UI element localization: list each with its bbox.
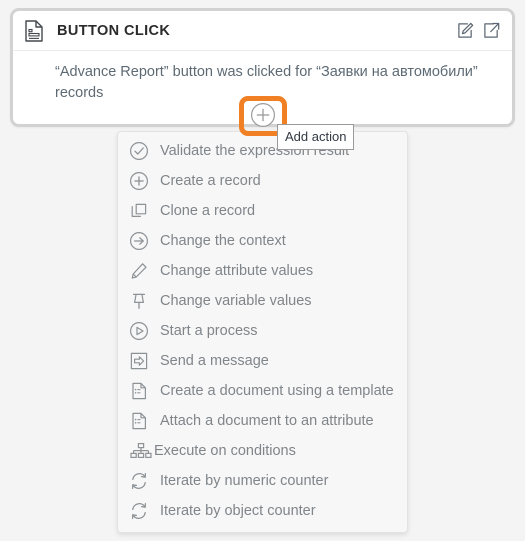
menu-item-label: Create a record xyxy=(160,173,261,189)
loop-icon xyxy=(127,470,151,492)
menu-item-iterate-numeric-counter[interactable]: Iterate by numeric counter xyxy=(118,466,407,496)
pin-icon xyxy=(127,290,151,312)
document-icon xyxy=(127,380,151,402)
menu-item-send-message[interactable]: Send a message xyxy=(118,346,407,376)
clone-icon xyxy=(127,200,151,222)
menu-item-label: Change variable values xyxy=(160,293,312,309)
add-action-tooltip: Add action xyxy=(277,124,355,150)
menu-item-create-document-template[interactable]: Create a document using a template xyxy=(118,376,407,406)
menu-item-label: Send a message xyxy=(160,353,269,369)
open-external-icon[interactable] xyxy=(483,22,500,39)
menu-item-create-record[interactable]: Create a record xyxy=(118,166,407,196)
card-action-group xyxy=(457,22,500,39)
page-title: BUTTON CLICK xyxy=(57,22,171,39)
menu-item-label: Start a process xyxy=(160,323,258,339)
add-action-menu: Validate the expression result Create a … xyxy=(117,131,408,533)
menu-item-label: Change the context xyxy=(160,233,286,249)
menu-item-label: Iterate by numeric counter xyxy=(160,473,329,489)
add-action-button[interactable] xyxy=(250,102,276,128)
document-icon xyxy=(25,19,43,42)
menu-item-iterate-object-counter[interactable]: Iterate by object counter xyxy=(118,496,407,526)
menu-item-clone-record[interactable]: Clone a record xyxy=(118,196,407,226)
event-card-header: BUTTON CLICK xyxy=(13,11,512,51)
menu-item-label: Attach a document to an attribute xyxy=(160,413,374,429)
menu-item-label: Create a document using a template xyxy=(160,383,394,399)
menu-item-execute-on-conditions[interactable]: Execute on conditions xyxy=(118,436,407,466)
menu-item-change-attribute-values[interactable]: Change attribute values xyxy=(118,256,407,286)
menu-item-label: Execute on conditions xyxy=(154,443,296,459)
menu-item-change-variable-values[interactable]: Change variable values xyxy=(118,286,407,316)
send-message-icon xyxy=(127,350,151,372)
menu-item-label: Iterate by object counter xyxy=(160,503,316,519)
play-circle-icon xyxy=(127,320,151,342)
sitemap-icon xyxy=(127,440,154,462)
arrow-right-circle-icon xyxy=(127,230,151,252)
menu-item-label: Clone a record xyxy=(160,203,256,219)
loop-icon xyxy=(127,500,151,522)
pencil-icon xyxy=(127,260,151,282)
document-icon xyxy=(127,410,151,432)
check-circle-icon xyxy=(127,140,151,162)
menu-item-label: Change attribute values xyxy=(160,263,314,279)
menu-item-validate-expression[interactable]: Validate the expression result xyxy=(118,136,407,166)
edit-icon[interactable] xyxy=(457,22,474,39)
menu-item-change-context[interactable]: Change the context xyxy=(118,226,407,256)
menu-item-attach-document-attribute[interactable]: Attach a document to an attribute xyxy=(118,406,407,436)
menu-item-start-process[interactable]: Start a process xyxy=(118,316,407,346)
plus-circle-icon xyxy=(127,170,151,192)
